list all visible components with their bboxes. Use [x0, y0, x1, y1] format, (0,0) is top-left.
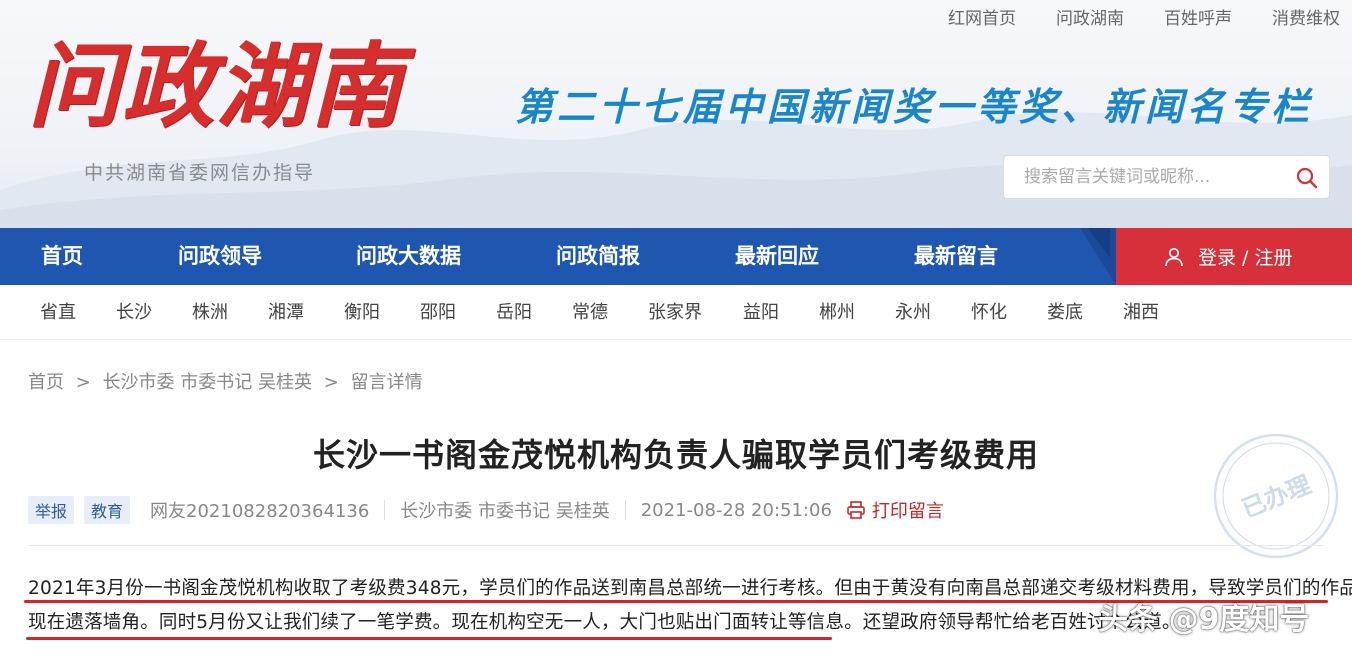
breadcrumb-separator: >: [75, 372, 91, 393]
toplink-baixing[interactable]: 百姓呼声: [1164, 4, 1232, 29]
post-datetime: 2021-08-28 20:51:06: [640, 499, 832, 521]
printer-icon: [847, 501, 865, 519]
city-zhuzhou[interactable]: 株洲: [192, 285, 228, 340]
city-xiangxi[interactable]: 湘西: [1123, 285, 1159, 340]
toplink-wenzheng[interactable]: 问政湖南: [1056, 4, 1124, 29]
breadcrumb-home[interactable]: 首页: [28, 372, 64, 393]
red-underline: [26, 637, 832, 640]
city-loudi[interactable]: 娄底: [1047, 285, 1083, 340]
city-changsha[interactable]: 长沙: [116, 285, 152, 340]
breadcrumb: 首页 > 长沙市委 市委书记 吴桂英 > 留言详情: [28, 368, 429, 394]
city-chenzhou[interactable]: 郴州: [819, 285, 855, 340]
nav-home[interactable]: 首页: [41, 228, 83, 285]
city-yueyang[interactable]: 岳阳: [496, 285, 532, 340]
site-logo[interactable]: 问政湖南: [28, 40, 404, 132]
logo-subtitle: 中共湖南省委网信办指导: [84, 162, 316, 184]
print-button[interactable]: 打印留言: [846, 497, 944, 523]
city-yongzhou[interactable]: 永州: [895, 285, 931, 340]
nav-brief[interactable]: 问政简报: [556, 228, 640, 285]
nav-bigdata[interactable]: 问政大数据: [356, 228, 461, 285]
author-name: 网友2021082820364136: [150, 501, 370, 522]
breadcrumb-current: 留言详情: [350, 372, 423, 393]
article-title: 长沙一书阁金茂悦机构负责人骗取学员们考级费用: [312, 436, 1039, 474]
main-nav: 首页 问政领导 问政大数据 问政简报 最新回应 最新留言 登录 / 注册: [0, 228, 1352, 285]
stamp-label: 已办理: [1238, 470, 1315, 523]
top-links: 红网首页 问政湖南 百姓呼声 消费维权: [948, 4, 1340, 29]
breadcrumb-target[interactable]: 长沙市委 市委书记 吴桂英: [103, 372, 312, 393]
nav-latest-messages[interactable]: 最新留言: [914, 228, 998, 285]
slogan: 第二十七届中国新闻奖一等奖、新闻名专栏: [515, 84, 1314, 129]
breadcrumb-separator: >: [323, 372, 339, 393]
search-box: [1003, 155, 1330, 199]
city-shaoyang[interactable]: 邵阳: [420, 285, 456, 340]
nav-latest-replies[interactable]: 最新回应: [735, 228, 819, 285]
city-bar: 省直 长沙 株洲 湘潭 衡阳 邵阳 岳阳 常德 张家界 益阳 郴州 永州 怀化 …: [0, 285, 1352, 340]
article-meta: 举报 教育 网友2021082820364136 长沙市委 市委书记 吴桂英 2…: [28, 496, 944, 524]
meta-divider: [384, 500, 386, 520]
print-label: 打印留言: [871, 501, 944, 522]
tag-report[interactable]: 举报: [28, 496, 75, 524]
search-input[interactable]: [1004, 156, 1284, 198]
city-hengyang[interactable]: 衡阳: [344, 285, 380, 340]
header-banner: 红网首页 问政湖南 百姓呼声 消费维权 问政湖南 中共湖南省委网信办指导 第二十…: [0, 0, 1352, 228]
toutiao-watermark: 头条 @9度知号: [1098, 602, 1310, 637]
meta-divider: [624, 500, 626, 520]
city-zhangjiajie[interactable]: 张家界: [648, 285, 702, 340]
tag-education[interactable]: 教育: [84, 496, 131, 524]
city-huaihua[interactable]: 怀化: [971, 285, 1007, 340]
login-label: 登录 / 注册: [1198, 247, 1293, 269]
message-target[interactable]: 长沙市委 市委书记 吴桂英: [400, 497, 609, 523]
city-changde[interactable]: 常德: [572, 285, 608, 340]
toplink-consumer[interactable]: 消费维权: [1272, 4, 1340, 29]
nav-leaders[interactable]: 问政领导: [178, 228, 262, 285]
login-register-button[interactable]: 登录 / 注册: [1116, 228, 1352, 285]
user-icon: [1165, 247, 1183, 266]
search-icon[interactable]: [1295, 166, 1319, 190]
city-xiangtan[interactable]: 湘潭: [268, 285, 304, 340]
city-yiyang[interactable]: 益阳: [743, 285, 779, 340]
content-divider: [28, 545, 1324, 546]
city-shengzhi[interactable]: 省直: [40, 285, 76, 340]
processed-stamp: 已办理: [1213, 433, 1339, 559]
toplink-rednet[interactable]: 红网首页: [948, 4, 1016, 29]
